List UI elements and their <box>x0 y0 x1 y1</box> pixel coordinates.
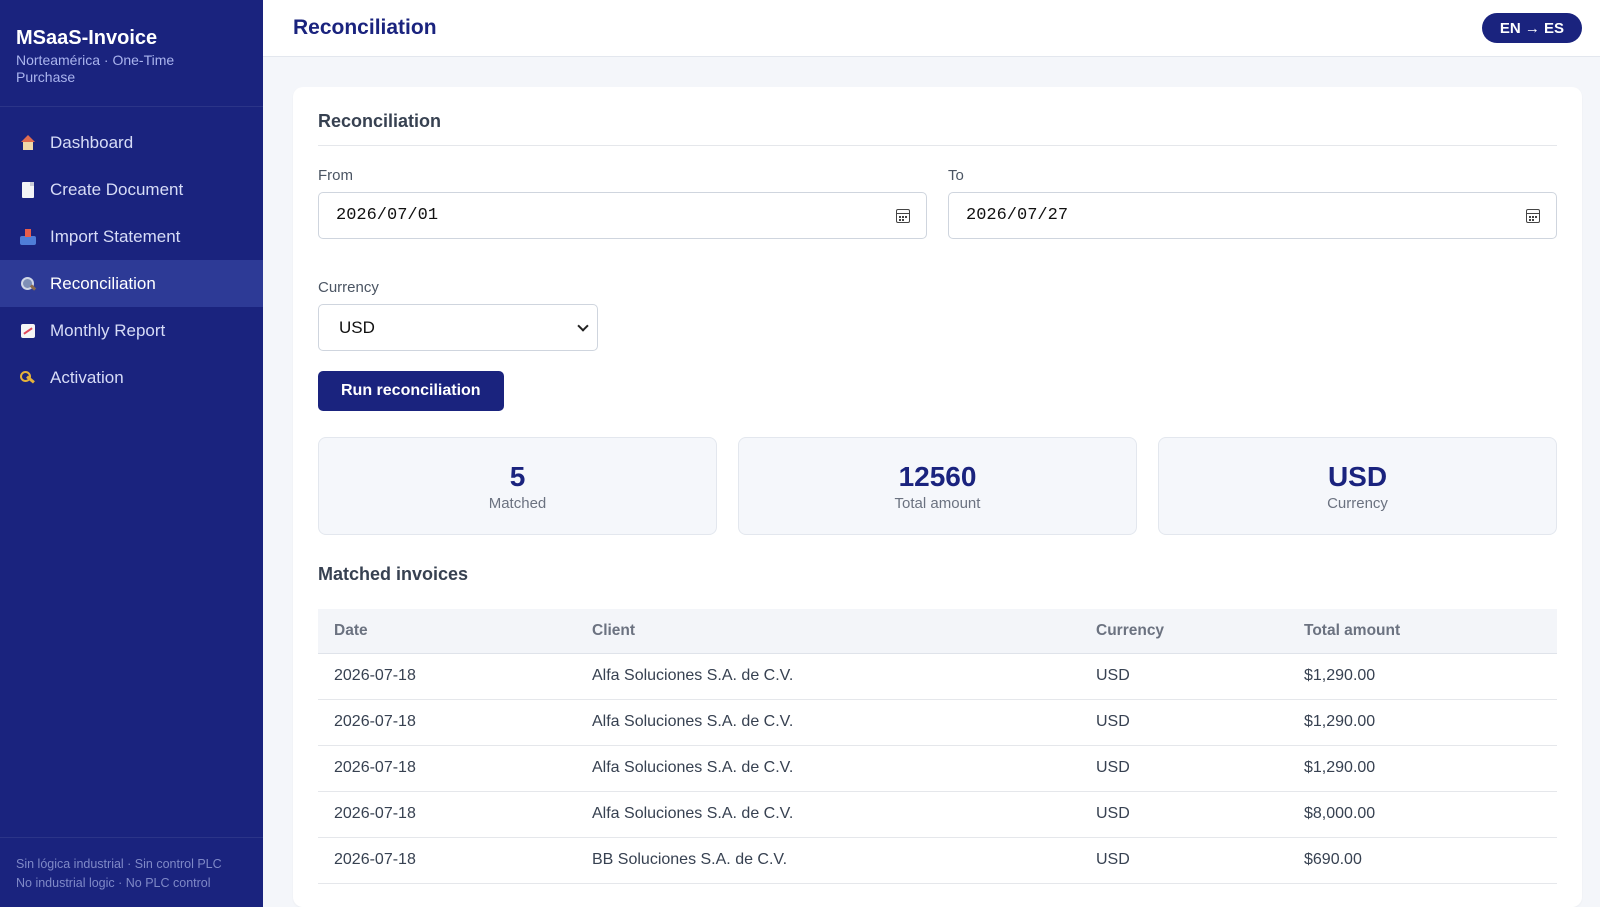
date-range-row: From 2026/07/01 To 2026/07/27 <box>318 167 1557 239</box>
stat-value: USD <box>1327 460 1388 492</box>
cell-currency: USD <box>1080 745 1288 792</box>
stat-value: 12560 <box>898 460 977 492</box>
calendar-icon[interactable] <box>896 208 910 223</box>
from-date-value: 2026/07/01 <box>336 206 439 225</box>
table-row[interactable]: 2026-07-18 BB Soluciones S.A. de C.V. US… <box>318 837 1557 884</box>
footer-note-es: Sin lógica industrial · Sin control PLC <box>16 857 222 871</box>
sidebar-item-create-document[interactable]: Create Document <box>0 166 263 213</box>
cell-currency: USD <box>1080 791 1288 838</box>
home-icon <box>20 134 36 151</box>
sidebar-item-import-statement[interactable]: Import Statement <box>0 213 263 260</box>
cell-currency: USD <box>1080 699 1288 746</box>
reconciliation-card: Reconciliation From 2026/07/01 To 2026/0… <box>293 87 1582 907</box>
cell-total-amount: $8,000.00 <box>1288 791 1557 838</box>
table-row[interactable]: 2026-07-18 Alfa Soluciones S.A. de C.V. … <box>318 653 1557 700</box>
currency-label: Currency <box>318 279 379 296</box>
cell-total-amount: $1,290.00 <box>1288 653 1557 700</box>
currency-select[interactable]: USD <box>318 304 598 351</box>
app-title: MSaaS-Invoice <box>16 27 158 49</box>
column-header-total-amount[interactable]: Total amount <box>1288 609 1557 654</box>
stat-currency: USD Currency <box>1158 437 1557 535</box>
sidebar-item-label: Create Document <box>50 179 184 199</box>
sidebar-item-reconciliation[interactable]: Reconciliation <box>0 260 263 307</box>
key-icon <box>20 370 36 386</box>
stat-label: Matched <box>488 494 547 512</box>
document-icon <box>20 181 36 198</box>
cell-client: Alfa Soluciones S.A. de C.V. <box>576 745 1080 792</box>
cell-date: 2026-07-18 <box>318 837 576 884</box>
sidebar-item-monthly-report[interactable]: Monthly Report <box>0 307 263 354</box>
card-title: Reconciliation <box>318 111 1557 146</box>
cell-total-amount: $690.00 <box>1288 837 1557 884</box>
stat-total-amount: 12560 Total amount <box>738 437 1137 535</box>
language-toggle-button[interactable]: EN → ES <box>1481 13 1582 43</box>
cell-client: BB Soluciones S.A. de C.V. <box>576 837 1080 884</box>
matched-invoices-table: Date Client Currency Total amount 2026-0… <box>318 609 1557 884</box>
cell-total-amount: $1,290.00 <box>1288 699 1557 746</box>
cell-client: Alfa Soluciones S.A. de C.V. <box>576 653 1080 700</box>
cell-date: 2026-07-18 <box>318 653 576 700</box>
table-row[interactable]: 2026-07-18 Alfa Soluciones S.A. de C.V. … <box>318 699 1557 746</box>
sidebar-item-label: Reconciliation <box>50 273 156 293</box>
stat-label: Currency <box>1327 494 1388 512</box>
stats-row: 5 Matched 12560 Total amount USD Currenc… <box>318 437 1557 535</box>
inbox-tray-icon <box>20 228 36 245</box>
cell-client: Alfa Soluciones S.A. de C.V. <box>576 699 1080 746</box>
sidebar-item-label: Dashboard <box>50 132 134 152</box>
content: Reconciliation From 2026/07/01 To 2026/0… <box>263 57 1600 907</box>
sidebar-item-label: Import Statement <box>50 226 181 246</box>
matched-invoices-title: Matched invoices <box>318 564 469 584</box>
topbar: Reconciliation EN → ES <box>263 0 1600 57</box>
column-header-client[interactable]: Client <box>576 609 1080 654</box>
cell-currency: USD <box>1080 837 1288 884</box>
cell-date: 2026-07-18 <box>318 699 576 746</box>
from-field: From 2026/07/01 <box>318 167 927 239</box>
main-area: Reconciliation EN → ES Reconciliation Fr… <box>263 0 1600 907</box>
sidebar-item-dashboard[interactable]: Dashboard <box>0 119 263 166</box>
table-row[interactable]: 2026-07-18 Alfa Soluciones S.A. de C.V. … <box>318 791 1557 838</box>
table-header-row: Date Client Currency Total amount <box>318 609 1557 654</box>
cell-currency: USD <box>1080 653 1288 700</box>
app-subtitle: Norteamérica · One-Time Purchase <box>16 52 175 85</box>
to-label: To <box>948 167 964 184</box>
stat-label: Total amount <box>894 494 981 512</box>
to-date-input[interactable]: 2026/07/27 <box>948 192 1557 239</box>
currency-select-value: USD <box>339 317 375 337</box>
stat-matched: 5 Matched <box>318 437 717 535</box>
from-date-input[interactable]: 2026/07/01 <box>318 192 927 239</box>
run-reconciliation-button[interactable]: Run reconciliation <box>318 371 504 411</box>
sidebar: MSaaS-Invoice Norteamérica · One-Time Pu… <box>0 0 263 907</box>
cell-date: 2026-07-18 <box>318 745 576 792</box>
sidebar-item-label: Monthly Report <box>50 320 166 340</box>
chevron-down-icon <box>577 319 589 332</box>
cell-client: Alfa Soluciones S.A. de C.V. <box>576 791 1080 838</box>
to-date-value: 2026/07/27 <box>966 206 1069 225</box>
sidebar-nav: Dashboard Create Document Import Stateme… <box>0 107 263 837</box>
chart-icon <box>20 323 36 339</box>
footer-note-en: No industrial logic · No PLC control <box>16 876 211 890</box>
page-title: Reconciliation <box>293 16 437 39</box>
brand: MSaaS-Invoice Norteamérica · One-Time Pu… <box>0 0 263 107</box>
from-label: From <box>318 167 353 184</box>
magnifier-icon <box>20 276 36 292</box>
cell-date: 2026-07-18 <box>318 791 576 838</box>
stat-value: 5 <box>509 460 526 492</box>
column-header-date[interactable]: Date <box>318 609 576 654</box>
currency-field: Currency USD <box>318 279 598 351</box>
sidebar-item-label: Activation <box>50 367 124 387</box>
sidebar-item-activation[interactable]: Activation <box>0 354 263 401</box>
column-header-currency[interactable]: Currency <box>1080 609 1288 654</box>
to-field: To 2026/07/27 <box>948 167 1557 239</box>
calendar-icon[interactable] <box>1526 208 1540 223</box>
cell-total-amount: $1,290.00 <box>1288 745 1557 792</box>
table-row[interactable]: 2026-07-18 Alfa Soluciones S.A. de C.V. … <box>318 745 1557 792</box>
sidebar-footer: Sin lógica industrial · Sin control PLC … <box>0 837 263 907</box>
